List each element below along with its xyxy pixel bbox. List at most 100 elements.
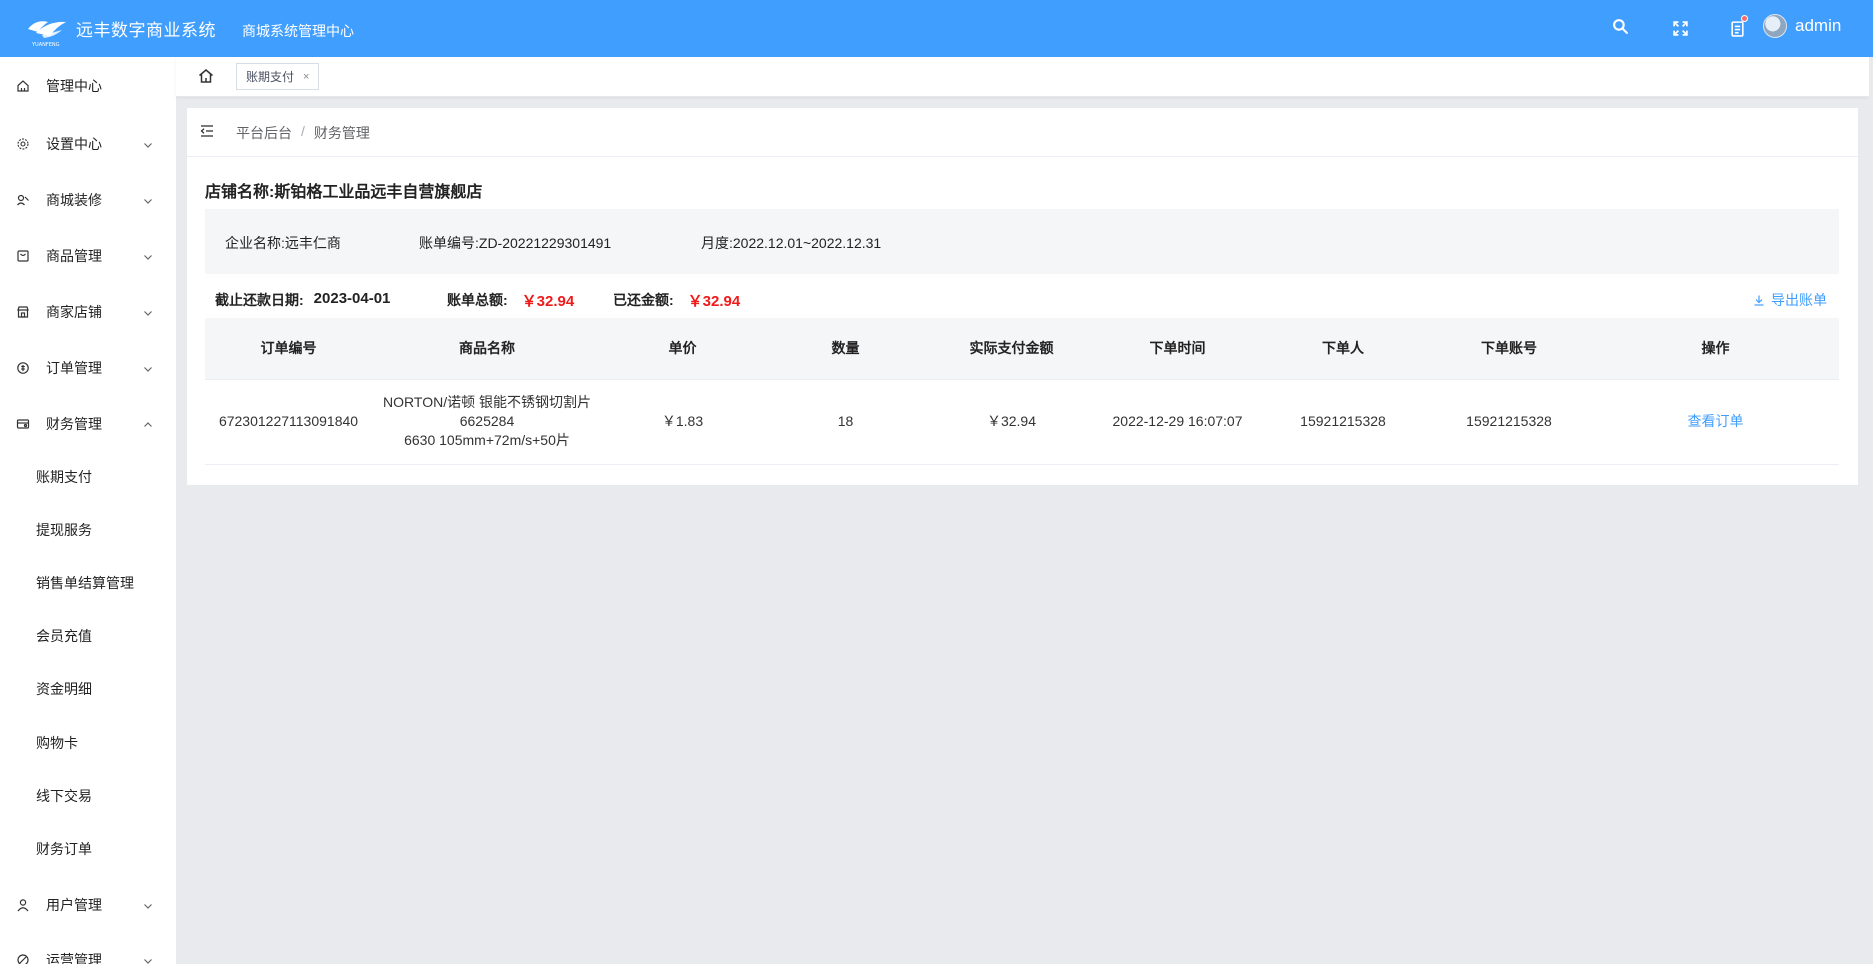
sidebar-sub-label: 销售单结算管理 [36, 575, 134, 591]
shop-name-value: 斯铂格工业品远丰自营旗舰店 [274, 184, 483, 201]
tab-period-payment[interactable]: 账期支付 × [236, 63, 320, 90]
sidebar-sub-recharge[interactable]: 会员充值 [0, 616, 176, 656]
sidebar-sub-label: 会员充值 [36, 628, 92, 644]
sidebar-sub-label: 购物卡 [36, 735, 78, 751]
sidebar-sub-label: 账期支付 [36, 469, 92, 485]
goods-icon [16, 249, 30, 263]
app-title: 远丰数字商业系统 [76, 21, 216, 40]
operation-icon [16, 953, 30, 964]
bill-total-value: ￥32.94 [521, 293, 575, 310]
chevron-down-icon [142, 306, 154, 318]
chevron-down-icon [142, 250, 154, 262]
sidebar-item-orders[interactable]: 订单管理 [0, 348, 176, 388]
home-icon[interactable] [197, 67, 215, 85]
bill-total: 账单总额: ￥32.94 [447, 290, 574, 311]
chevron-down-icon [142, 899, 154, 911]
bill-total-label: 账单总额: [447, 292, 508, 308]
breadcrumb-item-platform[interactable]: 平台后台 [236, 123, 292, 143]
unit-price-cell: ￥1.83 [602, 379, 763, 465]
decorate-icon [16, 193, 30, 207]
search-icon[interactable] [1610, 16, 1630, 36]
sidebar-sub-settlement[interactable]: 销售单结算管理 [0, 563, 176, 603]
breadcrumb-separator: / [301, 123, 305, 139]
paid-amount-cell: ￥32.94 [928, 379, 1095, 465]
sidebar-item-users[interactable]: 用户管理 [0, 885, 176, 925]
sidebar-sub-period-payment[interactable]: 账期支付 [0, 457, 176, 497]
sidebar-sub-label: 财务订单 [36, 841, 92, 857]
logo[interactable]: YUANFENG 远丰数字商业系统 [22, 9, 216, 49]
sidebar-sub-offline-trade[interactable]: 线下交易 [0, 776, 176, 816]
paid-amount-label: 已还金额: [613, 292, 674, 308]
sidebar-item-stores[interactable]: 商家店铺 [0, 292, 176, 332]
close-icon[interactable]: × [303, 71, 309, 83]
fullscreen-icon[interactable] [1670, 18, 1690, 38]
sidebar-sub-withdraw[interactable]: 提现服务 [0, 510, 176, 550]
sidebar-item-operation[interactable]: 运营管理 [0, 940, 176, 964]
order-time-cell: 2022-12-29 16:07:07 [1095, 379, 1260, 465]
scrollbar[interactable] [1869, 57, 1873, 964]
message-icon[interactable] [1727, 15, 1748, 38]
table-header-row: 订单编号 商品名称 单价 数量 实际支付金额 下单时间 下单人 下单账号 操作 [205, 318, 1839, 380]
sidebar-item-decoration[interactable]: 商城装修 [0, 180, 176, 220]
sidebar-item-label: 订单管理 [46, 360, 102, 376]
user-icon [16, 898, 30, 912]
goods-name-cell: NORTON/诺顿 银能不锈钢切割片 6625284 6630 105mm+72… [372, 379, 602, 465]
bill-summary: 截止还款日期: 2023-04-01 账单总额: ￥32.94 已还金额: ￥3… [215, 286, 1839, 316]
sidebar-item-settings[interactable]: 设置中心 [0, 124, 176, 164]
order-number-cell: 672301227113091840 [205, 379, 372, 465]
logo-text: YUANFENG [31, 42, 60, 48]
sidebar-sub-label: 提现服务 [36, 522, 92, 538]
company-name: 企业名称:远丰仁商 [225, 235, 341, 251]
sidebar-item-label: 用户管理 [46, 897, 102, 913]
sidebar-item-finance[interactable]: 财务管理 [0, 404, 176, 444]
column-header: 订单编号 [205, 318, 372, 380]
top-header: YUANFENG 远丰数字商业系统 商城系统管理中心 admin [0, 0, 1873, 57]
finance-icon [16, 417, 30, 431]
user-menu[interactable]: admin [1763, 14, 1841, 38]
chevron-up-icon [142, 418, 154, 430]
chevron-down-icon [142, 362, 154, 374]
store-icon [16, 305, 30, 319]
sidebar-item-label: 财务管理 [46, 416, 102, 432]
notification-dot [1741, 15, 1748, 22]
paid-amount-value: ￥32.94 [687, 293, 741, 310]
tabs-bar: 账期支付 × [176, 57, 1869, 97]
column-header: 单价 [602, 318, 763, 380]
header-subtitle: 商城系统管理中心 [242, 22, 354, 39]
sidebar-item-label: 商家店铺 [46, 304, 102, 320]
shop-name: 店铺名称: 斯铂格工业品远丰自营旗舰店 [205, 178, 482, 202]
table-row: 672301227113091840 NORTON/诺顿 银能不锈钢切割片 66… [205, 379, 1839, 465]
goods-name-line: NORTON/诺顿 银能不锈钢切割片 6625284 [383, 394, 591, 429]
export-bill-button[interactable]: 导出账单 [1753, 290, 1827, 310]
home-icon [16, 79, 30, 93]
chevron-down-icon [142, 138, 154, 150]
bill-info-box: 企业名称:远丰仁商 账单编号:ZD-20221229301491 月度:2022… [205, 209, 1839, 274]
sidebar-sub-label: 线下交易 [36, 788, 92, 804]
logo-mark: YUANFENG [22, 9, 72, 49]
sidebar-item-label: 运营管理 [46, 952, 102, 964]
tab-label: 账期支付 [246, 70, 295, 84]
sidebar-item-goods[interactable]: 商品管理 [0, 236, 176, 276]
sidebar-sub-finance-orders[interactable]: 财务订单 [0, 829, 176, 869]
buyer-cell: 15921215328 [1260, 379, 1426, 465]
shop-name-label: 店铺名称: [205, 184, 275, 201]
sidebar-sub-fund-detail[interactable]: 资金明细 [0, 669, 176, 709]
column-header: 商品名称 [372, 318, 602, 380]
column-header: 下单时间 [1095, 318, 1260, 380]
bill-month: 月度:2022.12.01~2022.12.31 [701, 235, 882, 251]
column-header: 下单账号 [1426, 318, 1592, 380]
column-header: 实际支付金额 [928, 318, 1095, 380]
sidebar-sub-shopping-card[interactable]: 购物卡 [0, 723, 176, 763]
sidebar-item-dashboard[interactable]: 管理中心 [0, 66, 176, 106]
main-content: 平台后台 / 财务管理 店铺名称: 斯铂格工业品远丰自营旗舰店 企业名称:远丰仁… [187, 108, 1858, 485]
avatar [1763, 14, 1787, 38]
export-bill-label: 导出账单 [1771, 292, 1827, 308]
paid-amount: 已还金额: ￥32.94 [613, 290, 740, 311]
bill-number: 账单编号:ZD-20221229301491 [419, 235, 612, 251]
breadcrumb: 平台后台 / 财务管理 [236, 123, 370, 143]
sidebar-sub-label: 资金明细 [36, 681, 92, 697]
goods-name-line: 6630 105mm+72m/s+50片 [404, 432, 570, 448]
buyer-account-cell: 15921215328 [1426, 379, 1592, 465]
menu-fold-icon[interactable] [199, 123, 215, 139]
view-order-link[interactable]: 查看订单 [1592, 379, 1839, 465]
